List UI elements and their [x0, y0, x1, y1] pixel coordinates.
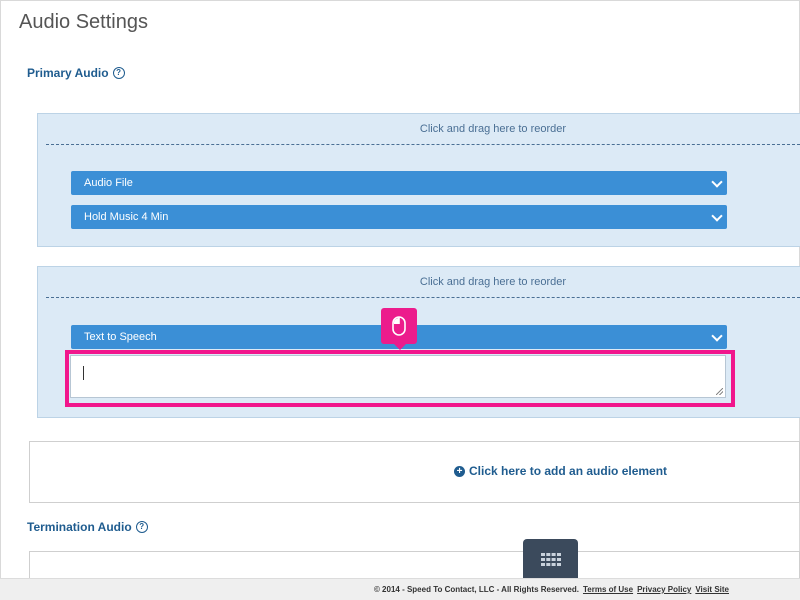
chevron-down-icon	[711, 176, 723, 188]
page-title: Audio Settings	[19, 11, 148, 33]
drag-handle-2[interactable]: Click and drag here to reorder	[46, 267, 800, 298]
help-icon[interactable]: ?	[135, 521, 148, 533]
termination-audio-label: Termination Audio ?	[27, 520, 148, 534]
text-caret	[83, 366, 84, 380]
visit-site-link[interactable]: Visit Site	[695, 585, 729, 594]
privacy-policy-link[interactable]: Privacy Policy	[637, 585, 691, 594]
help-icon[interactable]: ?	[112, 67, 125, 79]
primary-audio-label: Primary Audio ?	[27, 66, 125, 80]
add-audio-element-label: Click here to add an audio element	[469, 464, 668, 478]
footer-copyright: © 2014 - Speed To Contact, LLC - All Rig…	[373, 585, 579, 594]
drag-handle-1[interactable]: Click and drag here to reorder	[46, 114, 800, 145]
audio-type-select[interactable]: Audio File	[71, 171, 727, 195]
chevron-down-icon	[711, 330, 723, 342]
terms-of-use-link[interactable]: Terms of Use	[583, 585, 633, 594]
footer: © 2014 - Speed To Contact, LLC - All Rig…	[0, 578, 800, 600]
chevron-down-icon	[711, 210, 723, 222]
audio-element-block-1: Click and drag here to reorder Audio Fil…	[37, 113, 800, 247]
audio-file-select[interactable]: Hold Music 4 Min	[71, 205, 727, 229]
audio-file-select-value: Hold Music 4 Min	[84, 211, 169, 223]
add-audio-element-box[interactable]	[29, 441, 800, 503]
audio-type-select-value: Audio File	[84, 177, 133, 189]
text-to-speech-textarea[interactable]	[70, 355, 726, 398]
resize-grip-icon[interactable]	[716, 388, 723, 395]
add-audio-element-link[interactable]: + Click here to add an audio element	[454, 464, 667, 478]
plus-circle-icon: +	[454, 465, 465, 477]
termination-audio-label-text: Termination Audio	[27, 520, 132, 534]
grid-icon	[540, 552, 561, 566]
keypad-button[interactable]	[523, 539, 578, 579]
mouse-click-icon	[381, 308, 417, 350]
audio-type-select-2-value: Text to Speech	[84, 331, 157, 343]
primary-audio-label-text: Primary Audio	[27, 66, 109, 80]
